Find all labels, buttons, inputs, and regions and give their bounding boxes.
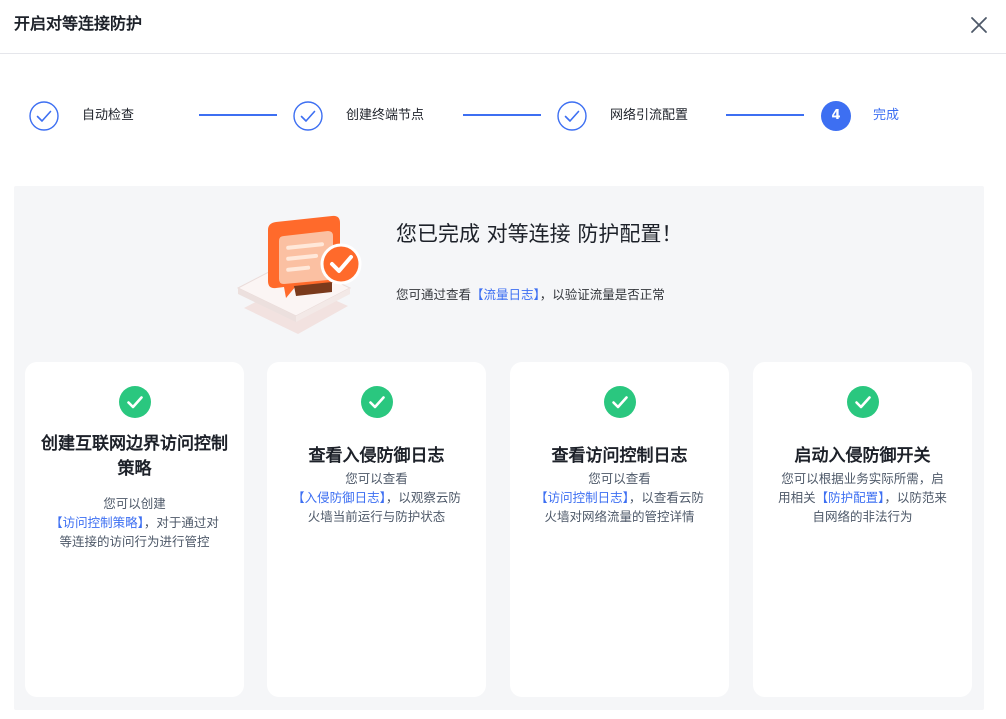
success-check-icon — [604, 386, 636, 418]
step-connector-2 — [463, 114, 541, 116]
step-connector-3 — [726, 114, 804, 116]
success-title: 您已完成 对等连接 防护配置！ — [396, 222, 683, 246]
card-description: 您可以创建 【访问控制策略】，对于通过对等连接的访问行为进行管控 — [49, 494, 220, 551]
dialog-title: 开启对等连接防护 — [14, 14, 143, 33]
success-check-icon — [361, 386, 393, 418]
step-3-check-icon — [557, 101, 587, 131]
card-description: 您可以查看 【访问控制日志】，以查看云防火墙对网络流量的管控详情 — [534, 469, 705, 526]
success-subtitle: 您可通过查看【流量日志】，以验证流量是否正常 — [396, 286, 665, 304]
card-title: 查看入侵防御日志 — [308, 446, 445, 466]
step-4-number: 4 — [821, 101, 851, 131]
protection-config-link[interactable]: 【防护配置】 — [816, 490, 885, 505]
completion-illustration — [236, 210, 366, 348]
traffic-log-link[interactable]: 【流量日志】 — [471, 287, 540, 302]
dialog-header: 开启对等连接防护 — [0, 0, 1006, 54]
card-title: 启动入侵防御开关 — [794, 446, 931, 466]
success-subtitle-suffix: ，以验证流量是否正常 — [539, 287, 665, 302]
step-4-label: 完成 — [873, 108, 900, 123]
completion-panel: 您已完成 对等连接 防护配置！ 您可通过查看【流量日志】，以验证流量是否正常 创… — [14, 186, 984, 710]
success-check-icon — [119, 386, 151, 418]
card-intrusion-prevention-switch: 启动入侵防御开关 您可以根据业务实际所需，启用相关【防护配置】，以防范来自网络的… — [753, 362, 972, 697]
intrusion-prevention-log-link[interactable]: 【入侵防御日志】 — [292, 490, 386, 505]
card-description: 您可以根据业务实际所需，启用相关【防护配置】，以防范来自网络的非法行为 — [777, 469, 948, 526]
card-access-control-log: 查看访问控制日志 您可以查看 【访问控制日志】，以查看云防火墙对网络流量的管控详情 — [510, 362, 729, 697]
step-2-check-icon — [293, 101, 323, 131]
close-button[interactable] — [966, 12, 992, 38]
card-desc-prefix: 您可以创建 — [103, 496, 166, 511]
card-title: 创建互联网边界访问控制策略 — [41, 434, 228, 479]
step-1-check-icon — [29, 101, 59, 131]
success-check-icon — [847, 386, 879, 418]
success-subtitle-prefix: 您可通过查看 — [396, 287, 472, 302]
step-connector-1 — [199, 114, 277, 116]
card-desc-prefix: 您可以查看 — [345, 471, 408, 486]
stepper: 自动检查 创建终端节点 网络引流配置 4 完成 — [0, 90, 1006, 146]
access-control-policy-link[interactable]: 【访问控制策略】 — [50, 515, 144, 530]
card-intrusion-prevention-log: 查看入侵防御日志 您可以查看 【入侵防御日志】，以观察云防火墙当前运行与防护状态 — [267, 362, 486, 697]
step-2-label: 创建终端节点 — [346, 108, 425, 123]
card-access-control-policy: 创建互联网边界访问控制策略 您可以创建 【访问控制策略】，对于通过对等连接的访问行… — [25, 362, 244, 697]
card-title: 查看访问控制日志 — [551, 446, 688, 466]
dialog: 开启对等连接防护 自动检查 创建终端节点 网络引流配置 4 完成 您已完成 对等… — [0, 0, 1006, 719]
step-1-label: 自动检查 — [82, 108, 135, 123]
access-control-log-link[interactable]: 【访问控制日志】 — [535, 490, 629, 505]
close-icon — [971, 17, 987, 33]
card-desc-prefix: 您可以查看 — [588, 471, 651, 486]
step-3-label: 网络引流配置 — [610, 108, 689, 123]
card-description: 您可以查看 【入侵防御日志】，以观察云防火墙当前运行与防护状态 — [291, 469, 462, 526]
